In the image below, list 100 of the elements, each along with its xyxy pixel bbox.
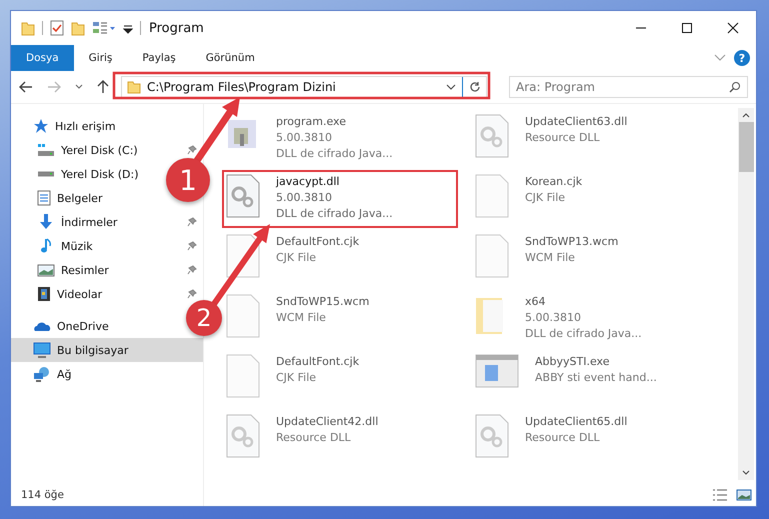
sidebar-label: OneDrive bbox=[57, 320, 109, 332]
drive-icon bbox=[37, 143, 55, 157]
file-detail: WCM File bbox=[276, 310, 327, 326]
sidebar-item[interactable]: Belgeler bbox=[11, 186, 108, 210]
view-options-icon[interactable] bbox=[92, 20, 116, 36]
drive-icon bbox=[37, 171, 55, 177]
item-count: 114 öğe bbox=[20, 489, 65, 503]
sidebar-label: Yerel Disk (D:) bbox=[61, 168, 139, 180]
star-icon bbox=[33, 118, 49, 134]
sidebar-item[interactable]: Videolar bbox=[11, 282, 108, 306]
film-icon bbox=[37, 286, 51, 302]
scroll-down-icon[interactable] bbox=[742, 470, 750, 476]
dropdown-icon[interactable] bbox=[446, 84, 456, 90]
scroll-thumb[interactable] bbox=[738, 122, 754, 172]
cloud-icon bbox=[33, 320, 51, 332]
file-name: javacypt.dll bbox=[276, 174, 340, 190]
gear-file-icon[interactable] bbox=[475, 414, 509, 458]
file-detail: CJK File bbox=[525, 190, 566, 206]
file-detail: Resource DLL bbox=[276, 430, 352, 446]
file-name: UpdateClient65.dll bbox=[525, 414, 628, 430]
sidebar-item[interactable]: Müzik bbox=[11, 234, 99, 258]
application-window-icon[interactable] bbox=[475, 354, 519, 388]
back-arrow-icon[interactable] bbox=[19, 81, 33, 93]
maximize-icon bbox=[681, 22, 693, 34]
file-detail: 5.00.3810 bbox=[276, 190, 333, 206]
network-icon bbox=[33, 366, 51, 382]
sidebar-label: Yerel Disk (C:) bbox=[61, 144, 138, 156]
help-button[interactable]: ? bbox=[734, 50, 750, 66]
up-arrow-icon[interactable] bbox=[97, 80, 109, 94]
checklist-icon[interactable] bbox=[50, 20, 64, 36]
sidebar-item[interactable]: Bu bilgisayar bbox=[11, 338, 203, 362]
refresh-icon[interactable] bbox=[469, 81, 481, 93]
gear-file-icon[interactable] bbox=[226, 414, 260, 458]
sidebar-item[interactable]: Ağ bbox=[11, 362, 78, 386]
file-detail: WCM File bbox=[525, 250, 576, 266]
pin-icon[interactable] bbox=[187, 217, 197, 227]
address-path: C:\Program Files\Program Dizini bbox=[147, 80, 337, 94]
sidebar-item[interactable]: İndirmeler bbox=[11, 210, 124, 234]
address-bar[interactable]: C:\Program Files\Program Dizini bbox=[121, 76, 487, 98]
scrollbar[interactable] bbox=[738, 108, 754, 480]
file-detail: ABBY sti event hand... bbox=[535, 370, 657, 386]
recent-locations-icon[interactable] bbox=[75, 84, 83, 90]
file-name: x64 bbox=[525, 294, 547, 310]
sidebar-label: Müzik bbox=[61, 240, 93, 252]
file-detail: 5.00.3810 bbox=[525, 310, 582, 326]
file-detail: DLL de cifrado Java... bbox=[525, 326, 642, 342]
thumbnail-view-icon[interactable] bbox=[736, 489, 752, 501]
file-name: SndToWP15.wcm bbox=[276, 294, 370, 310]
folder-icon[interactable] bbox=[21, 20, 35, 36]
sidebar-label: İndirmeler bbox=[61, 216, 118, 228]
search-icon bbox=[729, 81, 741, 93]
ribbon-tab[interactable]: Dosya bbox=[11, 45, 74, 71]
computer-icon bbox=[33, 342, 51, 358]
ribbon-tab[interactable]: Paylaş bbox=[127, 45, 191, 71]
ribbon-tab[interactable]: Giriş bbox=[74, 45, 128, 71]
file-name: Korean.cjk bbox=[525, 174, 582, 190]
sidebar-item[interactable]: Resimler bbox=[11, 258, 115, 282]
folder-icon bbox=[127, 80, 141, 94]
sidebar-label: Belgeler bbox=[57, 192, 102, 204]
file-detail: 5.00.3810 bbox=[276, 130, 333, 146]
file-detail: Resource DLL bbox=[525, 130, 601, 146]
download-arrow-icon bbox=[37, 214, 55, 230]
folder-icon[interactable] bbox=[71, 20, 85, 36]
file-name: DefaultFont.cjk bbox=[276, 354, 360, 370]
sidebar-item[interactable]: Yerel Disk (C:) bbox=[11, 138, 144, 162]
sidebar-item[interactable]: OneDrive bbox=[11, 314, 115, 338]
blank-file-icon[interactable] bbox=[226, 234, 260, 278]
file-detail: Resource DLL bbox=[525, 430, 601, 446]
gear-file-icon[interactable] bbox=[226, 174, 260, 218]
sidebar-label: Bu bilgisayar bbox=[57, 344, 128, 356]
file-detail: DLL de cifrado Java... bbox=[276, 206, 393, 222]
sidebar-item[interactable]: Yerel Disk (D:) bbox=[11, 162, 145, 186]
sidebar-item[interactable]: Hızlı erişim bbox=[11, 114, 122, 138]
pin-icon[interactable] bbox=[187, 265, 197, 275]
file-name: program.exe bbox=[276, 114, 347, 130]
file-detail: DLL de cifrado Java... bbox=[276, 146, 393, 162]
pin-icon[interactable] bbox=[187, 145, 197, 155]
ribbon-tab[interactable]: Görünüm bbox=[190, 45, 270, 71]
file-name: UpdateClient42.dll bbox=[276, 414, 378, 430]
sidebar-label: Videolar bbox=[57, 288, 102, 300]
file-name: SndToWP13.wcm bbox=[525, 234, 618, 250]
picture-icon bbox=[37, 262, 55, 278]
sidebar-label: Ağ bbox=[57, 368, 72, 380]
gear-file-icon[interactable] bbox=[475, 114, 509, 158]
search-field[interactable]: Ara: Program bbox=[509, 76, 748, 98]
file-name: UpdateClient63.dll bbox=[525, 114, 628, 130]
file-name: DefaultFont.cjk bbox=[276, 234, 360, 250]
pin-icon[interactable] bbox=[187, 241, 197, 251]
window-title: Program bbox=[149, 20, 205, 36]
document-icon bbox=[37, 190, 51, 206]
minimize-icon bbox=[635, 27, 647, 29]
expand-ribbon-icon[interactable] bbox=[714, 54, 726, 62]
pin-icon[interactable] bbox=[187, 289, 197, 299]
sidebar-label: Resimler bbox=[61, 264, 109, 276]
file-name: AbbyySTI.exe bbox=[535, 354, 610, 370]
scroll-up-icon[interactable] bbox=[742, 112, 750, 118]
forward-arrow-icon[interactable] bbox=[47, 81, 61, 93]
sidebar-label: Hızlı erişim bbox=[55, 120, 116, 132]
file-detail: CJK File bbox=[276, 250, 318, 266]
details-view-icon[interactable] bbox=[712, 489, 728, 501]
